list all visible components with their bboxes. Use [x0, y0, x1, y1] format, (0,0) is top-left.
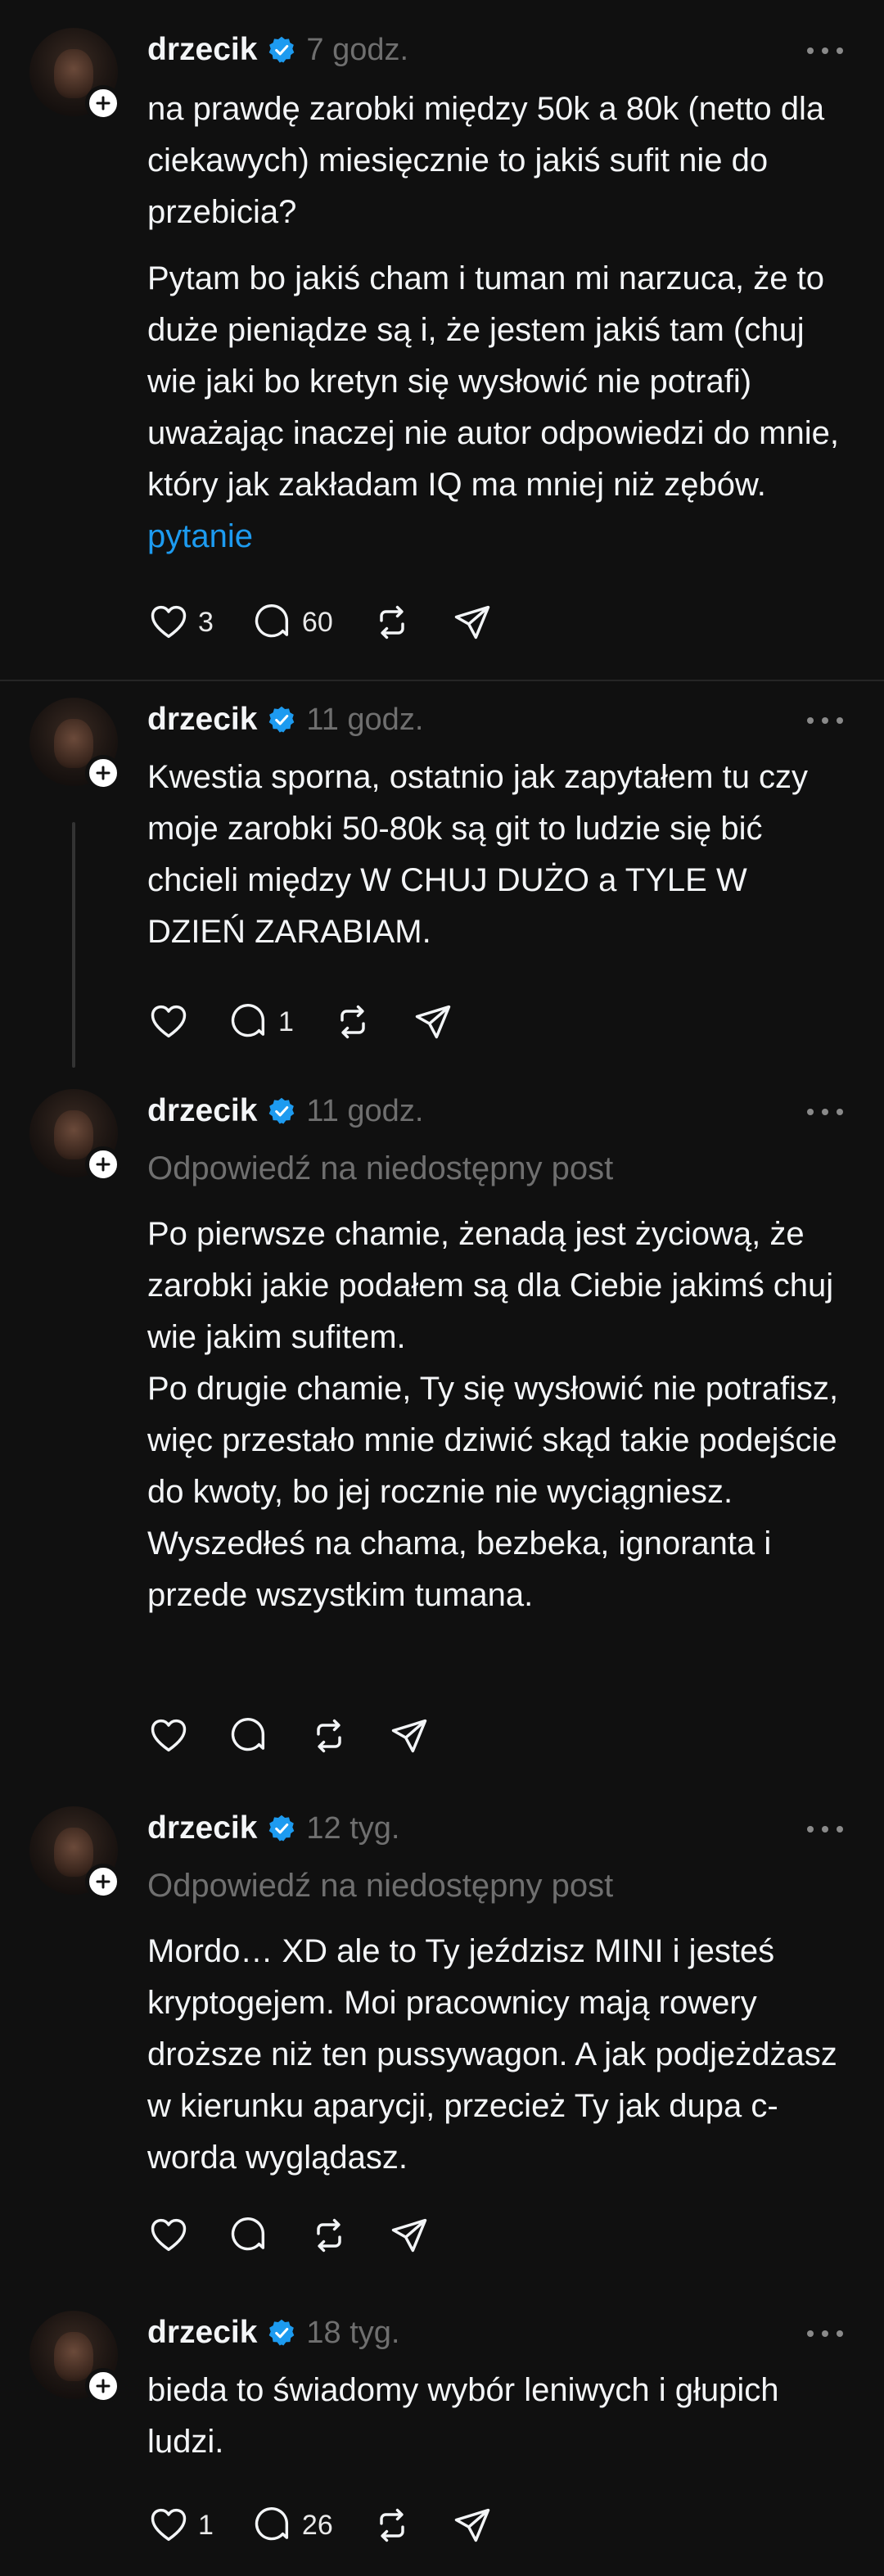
post-time[interactable]: 11 godz. [306, 703, 423, 738]
post-text: bieda to świadomy wybór leniwych i głupi… [147, 2372, 779, 2460]
follow-plus-icon[interactable] [85, 2368, 121, 2404]
share-button[interactable] [412, 1001, 454, 1043]
post-time[interactable]: 7 godz. [306, 33, 408, 68]
comment-icon [228, 1001, 270, 1043]
post: drzecik 12 tyg. Odpowiedź na niedostępny… [0, 1790, 884, 2289]
heart-icon [147, 601, 190, 644]
heart-icon [147, 1001, 190, 1043]
reply-count: 60 [301, 606, 333, 638]
post-text: Mordo… XD ale to Ty jeździsz MINI i jest… [147, 1933, 837, 2176]
follow-plus-icon[interactable] [85, 1864, 121, 1900]
reply-button[interactable]: 26 [251, 2504, 333, 2547]
verified-icon [267, 35, 296, 65]
reply-button[interactable]: 1 [228, 1001, 294, 1043]
follow-plus-icon[interactable] [85, 755, 121, 791]
like-button[interactable]: 3 [147, 601, 214, 644]
share-button[interactable] [388, 1715, 431, 1757]
post-text: Kwestia sporna, ostatnio jak zapytałem t… [147, 759, 809, 950]
follow-plus-icon[interactable] [85, 85, 121, 121]
post: drzecik 11 godz. Odpowiedź na niedostępn… [0, 1073, 884, 1777]
follow-plus-icon[interactable] [85, 1146, 121, 1182]
repost-icon [332, 1001, 374, 1043]
post-time[interactable]: 12 tyg. [306, 1811, 399, 1846]
topic-tag-link[interactable]: pytanie [147, 518, 253, 554]
reply-button[interactable] [228, 1715, 270, 1757]
username[interactable]: drzecik [147, 702, 257, 738]
more-icon[interactable] [804, 712, 846, 729]
repost-icon [308, 2214, 350, 2257]
post-time[interactable]: 11 godz. [306, 1094, 423, 1129]
reply-button[interactable]: 60 [251, 601, 333, 644]
reply-count: 1 [278, 1006, 294, 1037]
reply-count: 26 [301, 2509, 333, 2541]
like-button[interactable]: 1 [147, 2504, 214, 2547]
username[interactable]: drzecik [147, 2315, 257, 2351]
share-button[interactable] [388, 2214, 431, 2257]
comment-icon [228, 1715, 270, 1757]
post: drzecik 7 godz. na prawdę zarobki między… [0, 0, 884, 680]
share-button[interactable] [451, 601, 494, 644]
username[interactable]: drzecik [147, 1093, 257, 1129]
more-icon[interactable] [804, 1104, 846, 1120]
comment-icon [251, 2504, 294, 2547]
like-button[interactable] [147, 1001, 190, 1043]
like-button[interactable] [147, 2214, 190, 2257]
username[interactable]: drzecik [147, 1810, 257, 1846]
reply-note[interactable]: Odpowiedź na niedostępny post [147, 1143, 851, 1195]
more-icon[interactable] [804, 2325, 846, 2342]
verified-icon [267, 1814, 296, 1843]
username[interactable]: drzecik [147, 32, 257, 68]
post-text: Po pierwsze chamie, żenadą jest życiową,… [147, 1216, 839, 1613]
verified-icon [267, 2318, 296, 2348]
post-text: na prawdę zarobki między 50k a 80k (nett… [147, 84, 851, 563]
heart-icon [147, 2214, 190, 2257]
like-count: 1 [198, 2509, 214, 2541]
repost-icon [371, 601, 413, 644]
post-time[interactable]: 18 tyg. [306, 2316, 399, 2351]
share-button[interactable] [451, 2504, 494, 2547]
post-paragraph: Pytam bo jakiś cham i tuman mi narzuca, … [147, 260, 839, 554]
repost-button[interactable] [308, 1715, 350, 1757]
verified-icon [267, 1096, 296, 1126]
like-button[interactable] [147, 1715, 190, 1757]
reply-button[interactable] [228, 2214, 270, 2257]
post: drzecik 11 godz. Kwestia sporna, ostatni… [0, 681, 884, 1073]
share-icon [451, 2504, 494, 2547]
thread-line [72, 822, 75, 1068]
share-icon [388, 2214, 431, 2257]
comment-icon [228, 2214, 270, 2257]
repost-button[interactable] [332, 1001, 374, 1043]
reply-note[interactable]: Odpowiedź na niedostępny post [147, 1860, 851, 1912]
post: drzecik 18 tyg. bieda to świadomy wybór … [0, 2294, 884, 2576]
post-paragraph: na prawdę zarobki między 50k a 80k (nett… [147, 91, 825, 230]
more-icon[interactable] [804, 1821, 846, 1837]
repost-button[interactable] [371, 601, 413, 644]
repost-button[interactable] [308, 2214, 350, 2257]
share-icon [388, 1715, 431, 1757]
like-count: 3 [198, 606, 214, 638]
verified-icon [267, 705, 296, 734]
heart-icon [147, 1715, 190, 1757]
share-icon [451, 601, 494, 644]
repost-button[interactable] [371, 2504, 413, 2547]
more-icon[interactable] [804, 43, 846, 59]
heart-icon [147, 2504, 190, 2547]
comment-icon [251, 601, 294, 644]
share-icon [412, 1001, 454, 1043]
repost-icon [308, 1715, 350, 1757]
repost-icon [371, 2504, 413, 2547]
